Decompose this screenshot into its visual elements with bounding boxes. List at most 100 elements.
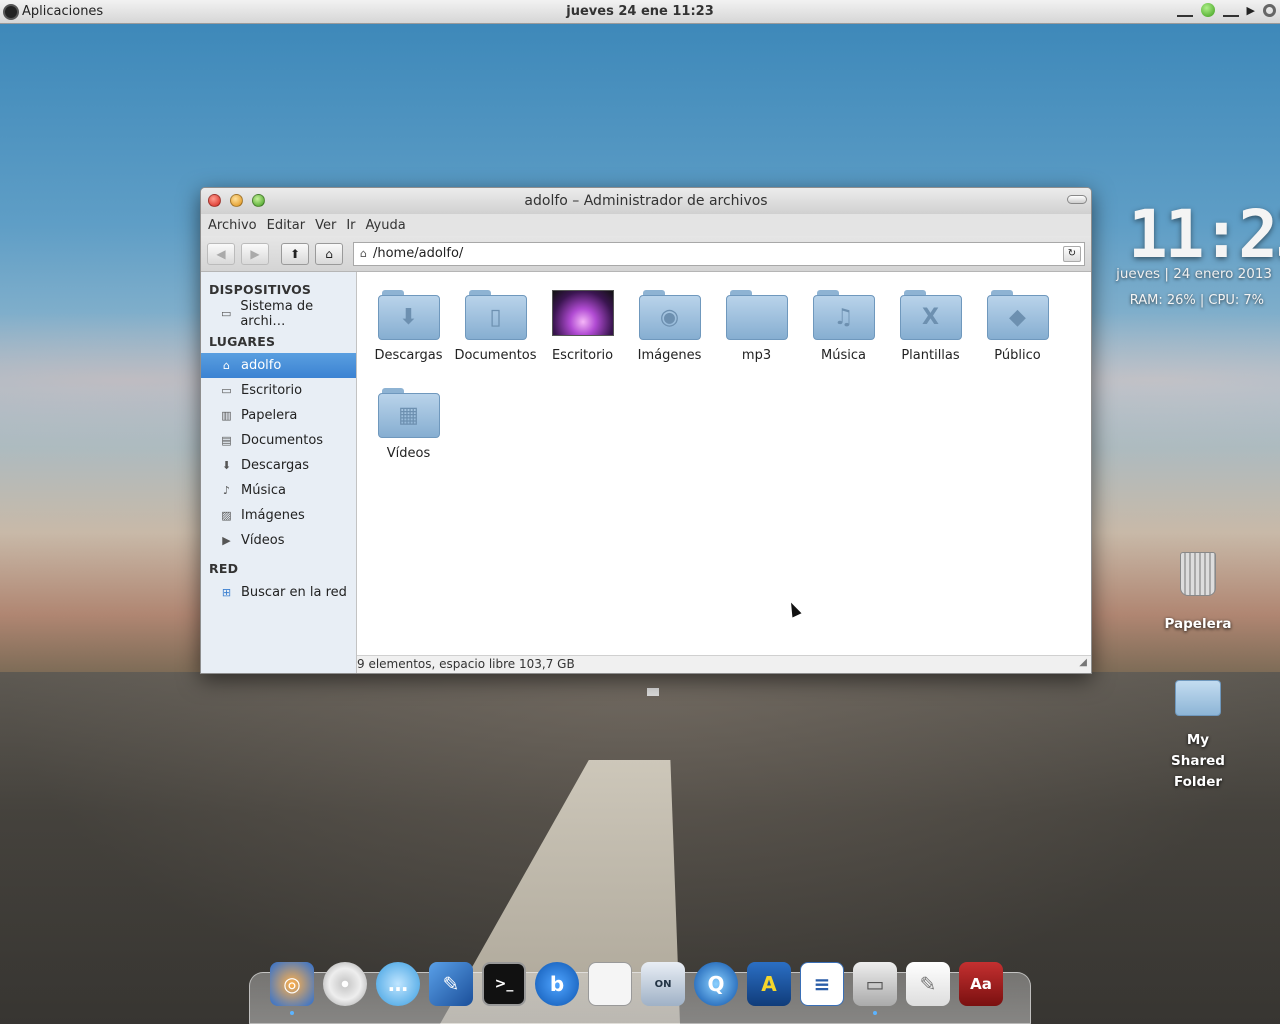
pictures-folder-icon: ◉ <box>638 290 701 340</box>
sidebar-item-documentos[interactable]: ▤ Documentos <box>201 428 356 453</box>
file-item-documentos[interactable]: ▯ Documentos <box>452 284 539 382</box>
sidebar-item-videos[interactable]: ▶ Vídeos <box>201 528 356 553</box>
documents-folder-icon: ▯ <box>464 290 527 340</box>
home-button[interactable]: ⌂ <box>315 242 343 265</box>
file-item-label: mp3 <box>741 348 772 363</box>
road-stripe-small <box>647 688 659 696</box>
trash-icon: ▥ <box>221 409 232 422</box>
desktop-date: jueves | 24 enero 2013 <box>1116 266 1272 282</box>
video-icon: ▶ <box>222 534 231 547</box>
file-item-imagenes[interactable]: ◉ Imágenes <box>626 284 713 382</box>
arrow-right-icon: ▶ <box>250 246 260 261</box>
file-item-label: Vídeos <box>386 446 431 461</box>
menu-ayuda[interactable]: Ayuda <box>361 218 411 233</box>
music-folder-icon: ♫ <box>812 290 875 340</box>
file-item-mp3[interactable]: mp3 <box>713 284 800 382</box>
image-icon: ▨ <box>221 509 232 522</box>
desktop-clock: 11:23 <box>1128 196 1280 273</box>
sidebar-item-label: Imágenes <box>241 508 305 523</box>
sidebar-item-label: Buscar en la red <box>241 585 347 600</box>
settings-icon[interactable] <box>1263 3 1276 17</box>
chat-icon: … <box>388 972 408 996</box>
menu-ver[interactable]: Ver <box>310 218 341 233</box>
desktop-folder-icon <box>551 290 614 336</box>
arrow-up-icon: ⬆ <box>289 246 301 261</box>
dock-dictionary[interactable]: Aa <box>959 962 1003 1006</box>
close-button[interactable] <box>208 194 221 207</box>
file-item-escritorio[interactable]: Escritorio <box>539 284 626 382</box>
dock-file[interactable] <box>588 962 632 1006</box>
location-bar[interactable]: ⌂ /home/adolfo/ ↻ <box>353 241 1085 266</box>
up-button[interactable]: ⬆ <box>281 242 309 265</box>
forward-button[interactable]: ▶ <box>241 242 269 265</box>
dock-bluetooth[interactable]: b <box>535 962 579 1006</box>
folder-icon <box>1175 680 1221 716</box>
file-item-label: Música <box>821 348 866 363</box>
dock-preferences[interactable]: ON <box>641 962 685 1006</box>
dock-writer[interactable]: ✎ <box>429 962 473 1006</box>
toolbar-toggle-button[interactable] <box>1067 195 1087 204</box>
sidebar-item-label: Escritorio <box>241 383 303 398</box>
file-item-musica[interactable]: ♫ Música <box>800 284 887 382</box>
sidebar-item-imagenes[interactable]: ▨ Imágenes <box>201 503 356 528</box>
switch-icon: ON <box>654 978 672 990</box>
sidebar-item-label: Sistema de archi… <box>240 298 314 329</box>
applications-menu[interactable]: Aplicaciones <box>0 3 103 20</box>
reload-button[interactable]: ↻ <box>1063 245 1081 262</box>
dock-app-a[interactable]: A <box>747 962 791 1006</box>
sidebar-header-lugares: LUGARES <box>209 334 276 349</box>
file-item-videos[interactable]: ▦ Vídeos <box>365 382 452 480</box>
panel-clock[interactable]: jueves 24 ene 11:23 <box>0 4 1280 19</box>
sidebar: DISPOSITIVOS ▭ Sistema de archi… LUGARES… <box>201 272 357 673</box>
dock-firefox[interactable]: ◎ <box>270 962 314 1015</box>
public-folder-icon: ◆ <box>986 290 1049 340</box>
dock-printer[interactable]: ▭ <box>853 962 897 1015</box>
sidebar-item-filesystem[interactable]: ▭ Sistema de archi… <box>201 298 356 329</box>
sidebar-item-buscar-red[interactable]: ⊞ Buscar en la red <box>201 580 356 605</box>
file-view[interactable]: ⬇ Descargas ▯ Documentos Escritorio ◉ Im… <box>357 272 1091 673</box>
dock-text-editor[interactable]: ✎ <box>906 962 950 1006</box>
pencil-icon: ✎ <box>919 972 937 996</box>
desktop-trash[interactable]: Papelera <box>1162 552 1234 632</box>
videos-folder-icon: ▦ <box>377 388 440 438</box>
file-item-publico[interactable]: ◆ Público <box>974 284 1061 382</box>
sidebar-item-adolfo[interactable]: ⌂ adolfo <box>201 353 356 378</box>
dock-cd[interactable] <box>323 962 367 1006</box>
menu-archivo[interactable]: Archivo <box>203 218 262 233</box>
location-home-icon: ⌂ <box>360 247 367 260</box>
folder-icon <box>725 290 788 340</box>
letter-a-icon: A <box>761 972 777 996</box>
signal-icon[interactable] <box>1176 3 1193 17</box>
sidebar-item-label: Documentos <box>241 433 324 448</box>
desktop-sysinfo: RAM: 26% | CPU: 7% <box>1129 293 1264 308</box>
back-button[interactable]: ◀ <box>207 242 235 265</box>
menu-editar[interactable]: Editar <box>262 218 311 233</box>
minimize-button[interactable] <box>230 194 243 207</box>
desktop-shared-folder[interactable]: My Shared Folder <box>1158 680 1238 793</box>
volume-bars-icon[interactable] <box>1222 3 1239 17</box>
location-path: /home/adolfo/ <box>372 246 464 261</box>
dock-document[interactable]: ≡ <box>800 962 844 1006</box>
sidebar-item-label: Papelera <box>241 408 298 423</box>
resize-grip-icon[interactable]: ◢ <box>1079 654 1087 671</box>
dock-quicktime[interactable]: Q <box>694 962 738 1006</box>
document-icon: ▤ <box>221 434 232 447</box>
sidebar-item-label: Música <box>241 483 286 498</box>
templates-folder-icon: X <box>899 290 962 340</box>
menu-ir[interactable]: Ir <box>341 218 360 233</box>
network-status-icon[interactable] <box>1200 3 1215 17</box>
download-icon: ⬇ <box>221 459 232 472</box>
maximize-button[interactable] <box>252 194 265 207</box>
file-item-descargas[interactable]: ⬇ Descargas <box>365 284 452 382</box>
sidebar-item-descargas[interactable]: ⬇ Descargas <box>201 453 356 478</box>
sidebar-item-musica[interactable]: ♪ Música <box>201 478 356 503</box>
file-item-label: Imágenes <box>637 348 702 363</box>
file-item-plantillas[interactable]: X Plantillas <box>887 284 974 382</box>
dock-chat[interactable]: … <box>376 962 420 1006</box>
status-bar: 9 elementos, espacio libre 103,7 GB ◢ <box>357 655 1091 673</box>
window-titlebar[interactable]: adolfo – Administrador de archivos <box>201 188 1091 214</box>
sidebar-item-papelera[interactable]: ▥ Papelera <box>201 403 356 428</box>
play-icon[interactable]: ▶ <box>1247 4 1255 17</box>
sidebar-item-escritorio[interactable]: ▭ Escritorio <box>201 378 356 403</box>
dock-terminal[interactable]: >_ <box>482 962 526 1006</box>
